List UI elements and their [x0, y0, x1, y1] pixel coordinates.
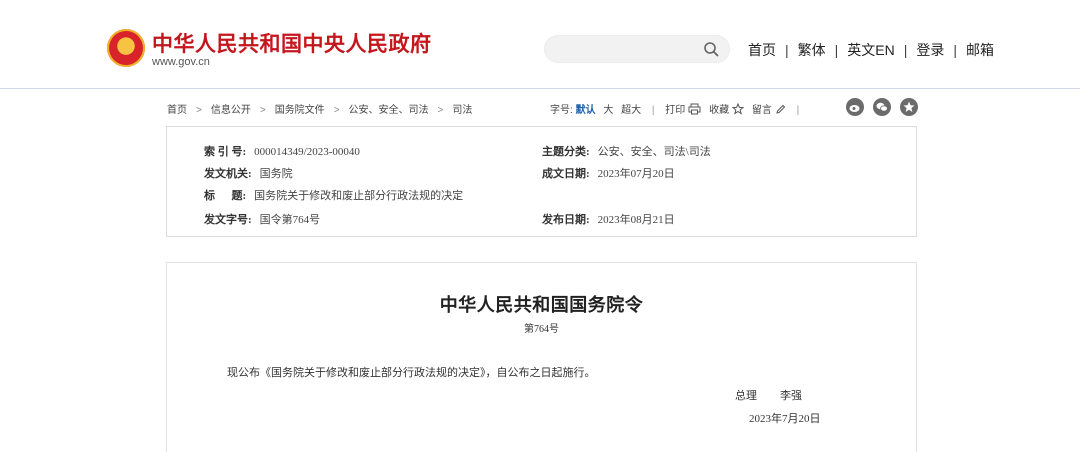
breadcrumb-justice[interactable]: 司法: [452, 105, 472, 116]
page-tools: 字号: 默认 大 超大 | 打印 收藏 留言 |: [550, 101, 807, 116]
meta-index: 索 引 号: 000014349/2023-00040: [204, 143, 360, 159]
search-icon[interactable]: [703, 41, 719, 57]
meta-publish-date: 发布日期: 2023年08月21日: [542, 211, 675, 227]
site-title[interactable]: 中华人民共和国中央人民政府: [152, 28, 432, 58]
nav-mail[interactable]: 邮箱: [966, 42, 994, 58]
meta-issuer-value: 国务院: [259, 168, 293, 180]
meta-doc-no-key: 发文字号:: [204, 214, 252, 226]
wechat-share-icon[interactable]: [873, 98, 891, 116]
document-metadata-box: 索 引 号: 000014349/2023-00040 主题分类: 公安、安全、司法…: [166, 126, 917, 237]
meta-publish-date-value: 2023年08月21日: [597, 214, 675, 226]
site-url[interactable]: www.gov.cn: [152, 56, 210, 68]
signer-role: 总理: [735, 390, 757, 402]
star-badge-icon: [903, 101, 915, 112]
breadcrumb-state-council-docs[interactable]: 国务院文件: [275, 105, 325, 116]
breadcrumb-info-public[interactable]: 信息公开: [211, 105, 251, 116]
meta-index-key: 索 引 号:: [204, 146, 247, 158]
meta-date-written-value: 2023年07月20日: [597, 168, 675, 180]
meta-category-key: 主题分类:: [542, 146, 590, 158]
top-nav: 首页 | 繁体 | 英文EN | 登录 | 邮箱: [748, 40, 994, 60]
nav-traditional[interactable]: 繁体: [798, 42, 826, 58]
header-divider: [0, 88, 1080, 89]
meta-title-value: 国务院关于修改和废止部分行政法规的决定: [254, 190, 464, 202]
weibo-icon: [849, 105, 860, 112]
national-emblem-logo[interactable]: [107, 29, 145, 67]
breadcrumb: 首页 > 信息公开 > 国务院文件 > 公安、安全、司法 > 司法: [167, 101, 472, 116]
breadcrumb-arrow: >: [196, 105, 202, 116]
meta-issuer: 发文机关: 国务院: [204, 165, 293, 181]
document-body: 现公布《国务院关于修改和废止部分行政法规的决定》，自公布之日起施行。: [227, 367, 596, 379]
meta-publish-date-key: 发布日期:: [542, 214, 590, 226]
meta-date-written-key: 成文日期:: [542, 168, 590, 180]
comment-button[interactable]: 留言: [751, 104, 786, 116]
meta-doc-no-value: 国令第764号: [259, 214, 321, 226]
nav-separator: |: [903, 42, 908, 58]
favorite-star-share-icon[interactable]: [900, 98, 918, 116]
meta-category: 主题分类: 公安、安全、司法\司法: [542, 143, 711, 159]
meta-index-value: 000014349/2023-00040: [254, 146, 360, 158]
meta-category-value: 公安、安全、司法\司法: [597, 146, 711, 158]
document-number: 第764号: [524, 324, 559, 335]
favorite-label: 收藏: [709, 105, 730, 116]
printer-icon: [688, 103, 701, 115]
tools-separator: |: [796, 105, 800, 116]
search-input[interactable]: [544, 35, 730, 63]
nav-login[interactable]: 登录: [916, 42, 944, 58]
pencil-icon: [776, 104, 786, 114]
document-title: 中华人民共和国国务院令: [439, 295, 644, 315]
meta-doc-no: 发文字号: 国令第764号: [204, 211, 320, 227]
star-icon: [732, 103, 745, 115]
wechat-icon: [876, 102, 888, 112]
meta-date-written: 成文日期: 2023年07月20日: [542, 165, 675, 181]
tools-separator: |: [651, 105, 655, 116]
font-size-label: 字号:: [550, 105, 573, 116]
font-size-large[interactable]: 大: [603, 105, 613, 116]
font-size-default[interactable]: 默认: [576, 105, 596, 116]
breadcrumb-arrow: >: [259, 105, 266, 116]
nav-separator: |: [785, 42, 789, 58]
meta-issuer-key: 发文机关:: [204, 168, 252, 180]
nav-english[interactable]: 英文EN: [847, 42, 894, 58]
font-size-xlarge[interactable]: 超大: [621, 105, 641, 116]
signer-name: 李强: [780, 390, 802, 402]
breadcrumb-arrow: >: [333, 105, 340, 116]
weibo-share-icon[interactable]: [846, 98, 864, 116]
meta-title-key: 标 题:: [204, 190, 247, 202]
meta-title: 标 题: 国务院关于修改和废止部分行政法规的决定: [204, 187, 463, 203]
nav-home[interactable]: 首页: [748, 42, 776, 58]
print-button[interactable]: 打印: [665, 103, 701, 116]
breadcrumb-public-security[interactable]: 公安、安全、司法: [349, 105, 429, 116]
print-label: 打印: [665, 105, 686, 116]
nav-separator: |: [953, 42, 958, 58]
breadcrumb-arrow: >: [437, 105, 444, 116]
breadcrumb-home[interactable]: 首页: [167, 105, 187, 116]
site-header: 中华人民共和国中央人民政府 www.gov.cn 首页 | 繁体 | 英文EN | 登录 | 邮…: [0, 0, 1080, 88]
signing-date: 2023年7月20日: [749, 413, 821, 425]
favorite-button[interactable]: 收藏: [709, 103, 745, 116]
document-content: 中华人民共和国国务院令 第764号 现公布《国务院关于修改和废止部分行政法规的决…: [166, 262, 917, 452]
nav-separator: |: [834, 42, 839, 58]
comment-label: 留言: [751, 105, 772, 116]
